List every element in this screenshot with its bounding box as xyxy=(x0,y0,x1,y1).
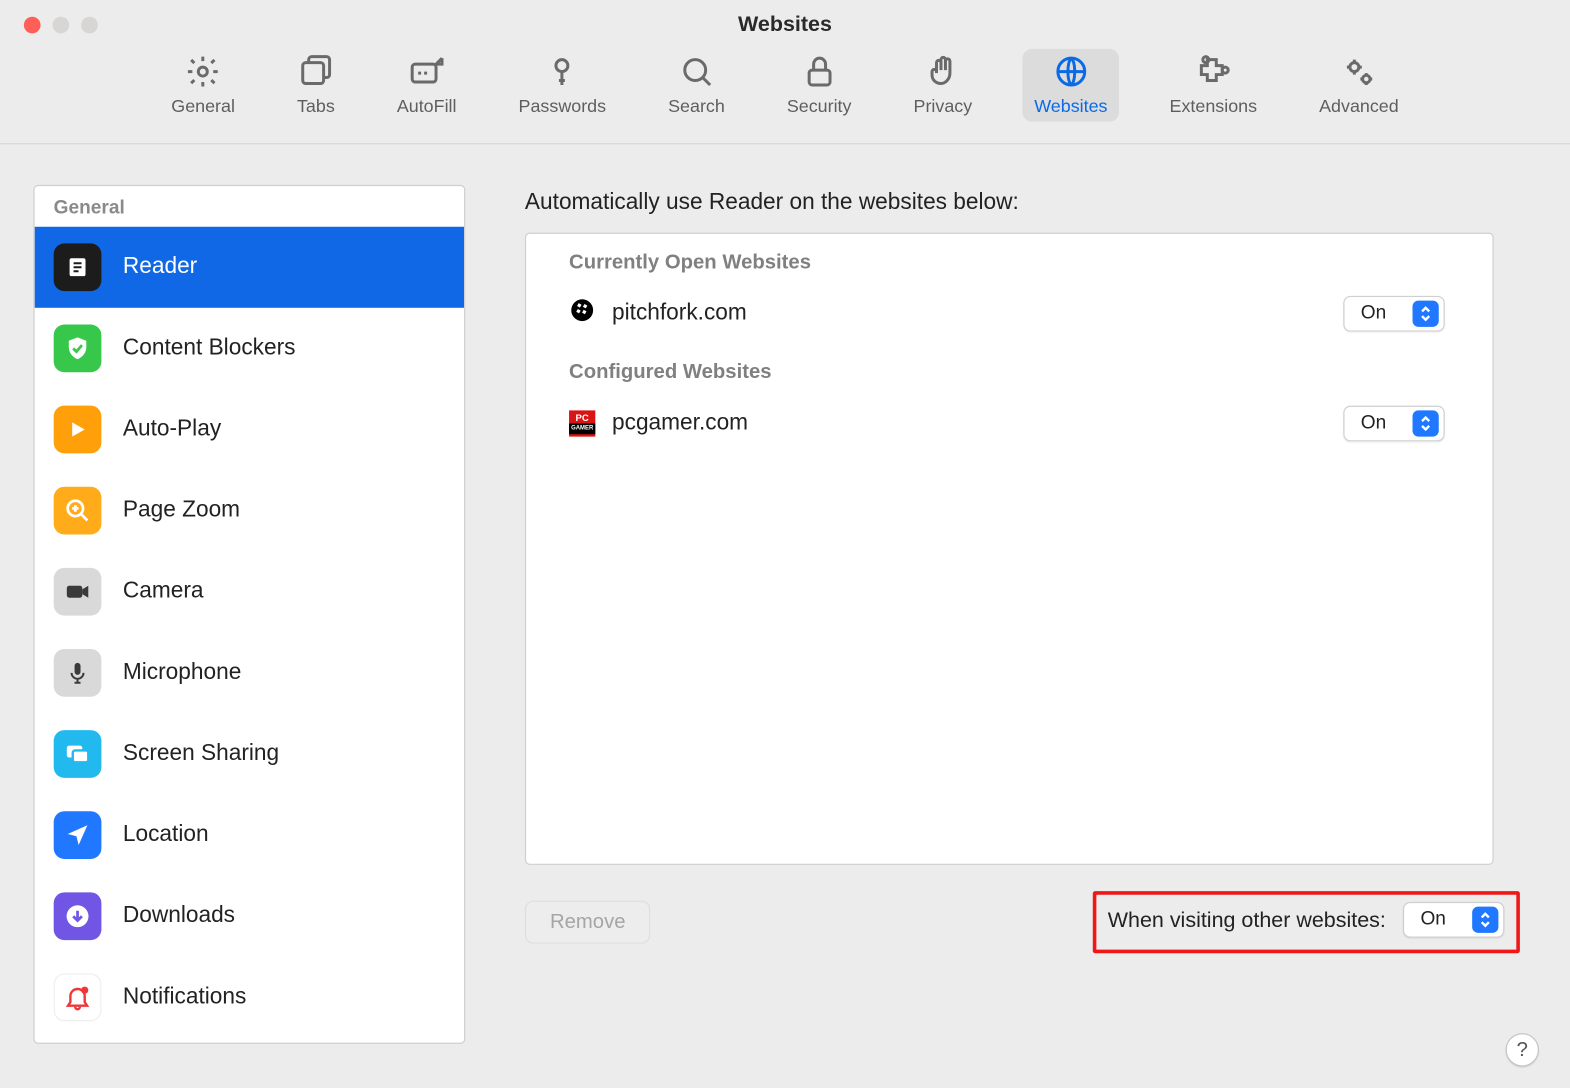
tab-privacy[interactable]: Privacy xyxy=(902,49,985,122)
tab-tabs[interactable]: Tabs xyxy=(285,49,347,122)
sidebar-item-label: Auto-Play xyxy=(123,416,221,442)
site-favicon-icon: PCGAMER xyxy=(569,410,595,436)
sidebar-item-label: Downloads xyxy=(123,903,235,929)
tab-label: Privacy xyxy=(914,97,973,117)
puzzle-icon xyxy=(1195,54,1231,90)
sidebar-list: Reader Content Blockers Auto-Play xyxy=(35,227,464,1038)
sidebar-item-label: Microphone xyxy=(123,660,241,686)
sidebar-item-label: Location xyxy=(123,822,209,848)
list-bottom-bar: Remove When visiting other websites: On xyxy=(525,891,1520,953)
key-icon xyxy=(544,54,580,90)
other-websites-select[interactable]: On xyxy=(1403,902,1505,938)
tab-label: Websites xyxy=(1034,97,1107,117)
gears-icon xyxy=(1341,54,1377,90)
sidebar-item-label: Notifications xyxy=(123,984,246,1010)
shield-icon xyxy=(54,324,102,372)
site-domain: pcgamer.com xyxy=(612,410,748,436)
screen-sharing-icon xyxy=(54,730,102,778)
sidebar-section-header: General xyxy=(35,186,464,227)
tab-autofill[interactable]: AutoFill xyxy=(385,49,469,122)
websites-sidebar: General Reader Content Blockers xyxy=(33,185,465,1044)
globe-icon xyxy=(1053,54,1089,90)
remove-button[interactable]: Remove xyxy=(525,901,651,944)
sidebar-item-notifications[interactable]: Notifications xyxy=(35,957,464,1038)
sidebar-item-camera[interactable]: Camera xyxy=(35,551,464,632)
camera-icon xyxy=(54,568,102,616)
select-value: On xyxy=(1344,413,1412,434)
other-websites-highlight: When visiting other websites: On xyxy=(1092,891,1520,953)
sidebar-item-label: Camera xyxy=(123,579,204,605)
preferences-toolbar: General Tabs AutoFill Passwords Search xyxy=(0,37,1570,144)
websites-list: Currently Open Websites pitchfork.com On xyxy=(525,233,1494,865)
download-icon xyxy=(54,892,102,940)
location-icon xyxy=(54,811,102,859)
site-favicon-icon xyxy=(569,297,595,330)
group-header-open: Currently Open Websites xyxy=(526,234,1492,284)
site-reader-select[interactable]: On xyxy=(1343,296,1445,332)
sidebar-item-label: Content Blockers xyxy=(123,335,296,361)
main-heading: Automatically use Reader on the websites… xyxy=(489,185,1536,233)
gear-icon xyxy=(185,54,221,90)
sidebar-item-label: Page Zoom xyxy=(123,497,240,523)
sidebar-item-label: Reader xyxy=(123,254,197,280)
main-panel: Automatically use Reader on the websites… xyxy=(489,185,1536,1044)
tab-security[interactable]: Security xyxy=(775,49,864,122)
tab-label: Security xyxy=(787,97,852,117)
search-icon xyxy=(679,54,715,90)
tab-label: Extensions xyxy=(1170,97,1258,117)
chevron-up-down-icon xyxy=(1472,907,1498,933)
microphone-icon xyxy=(54,649,102,697)
sidebar-item-screen-sharing[interactable]: Screen Sharing xyxy=(35,713,464,794)
site-row[interactable]: PCGAMER pcgamer.com On xyxy=(526,394,1492,454)
tab-passwords[interactable]: Passwords xyxy=(507,49,618,122)
sidebar-item-auto-play[interactable]: Auto-Play xyxy=(35,389,464,470)
reader-icon xyxy=(54,243,102,291)
tab-label: Advanced xyxy=(1319,97,1399,117)
group-header-configured: Configured Websites xyxy=(526,344,1492,394)
site-row[interactable]: pitchfork.com On xyxy=(526,284,1492,344)
autofill-icon xyxy=(409,54,445,90)
close-window-button[interactable] xyxy=(24,17,41,34)
sidebar-item-location[interactable]: Location xyxy=(35,795,464,876)
zoom-window-button[interactable] xyxy=(81,17,98,34)
lock-icon xyxy=(801,54,837,90)
tab-label: AutoFill xyxy=(397,97,457,117)
help-button[interactable]: ? xyxy=(1506,1033,1539,1066)
select-value: On xyxy=(1404,909,1472,930)
zoom-icon xyxy=(54,487,102,535)
sidebar-item-downloads[interactable]: Downloads xyxy=(35,876,464,957)
chevron-up-down-icon xyxy=(1413,410,1439,436)
tab-general[interactable]: General xyxy=(159,49,247,122)
site-domain: pitchfork.com xyxy=(612,301,747,327)
bell-icon xyxy=(54,973,102,1021)
preferences-window: Websites General Tabs AutoFill Passwords xyxy=(0,0,1570,1088)
tab-label: General xyxy=(171,97,235,117)
sidebar-item-content-blockers[interactable]: Content Blockers xyxy=(35,308,464,389)
tab-extensions[interactable]: Extensions xyxy=(1158,49,1269,122)
tab-search[interactable]: Search xyxy=(656,49,737,122)
chevron-up-down-icon xyxy=(1413,301,1439,327)
sidebar-item-microphone[interactable]: Microphone xyxy=(35,632,464,713)
tab-websites[interactable]: Websites xyxy=(1022,49,1119,122)
window-traffic-lights xyxy=(24,17,98,34)
tab-label: Search xyxy=(668,97,725,117)
select-value: On xyxy=(1344,303,1412,324)
play-icon xyxy=(54,406,102,454)
tabs-icon xyxy=(298,54,334,90)
sidebar-item-page-zoom[interactable]: Page Zoom xyxy=(35,470,464,551)
window-title: Websites xyxy=(0,0,1570,37)
minimize-window-button[interactable] xyxy=(52,17,69,34)
hand-icon xyxy=(925,54,961,90)
tab-advanced[interactable]: Advanced xyxy=(1307,49,1410,122)
sidebar-item-reader[interactable]: Reader xyxy=(35,227,464,308)
other-websites-label: When visiting other websites: xyxy=(1108,907,1386,932)
tab-label: Tabs xyxy=(297,97,335,117)
site-reader-select[interactable]: On xyxy=(1343,406,1445,442)
sidebar-item-label: Screen Sharing xyxy=(123,741,279,767)
tab-label: Passwords xyxy=(519,97,607,117)
